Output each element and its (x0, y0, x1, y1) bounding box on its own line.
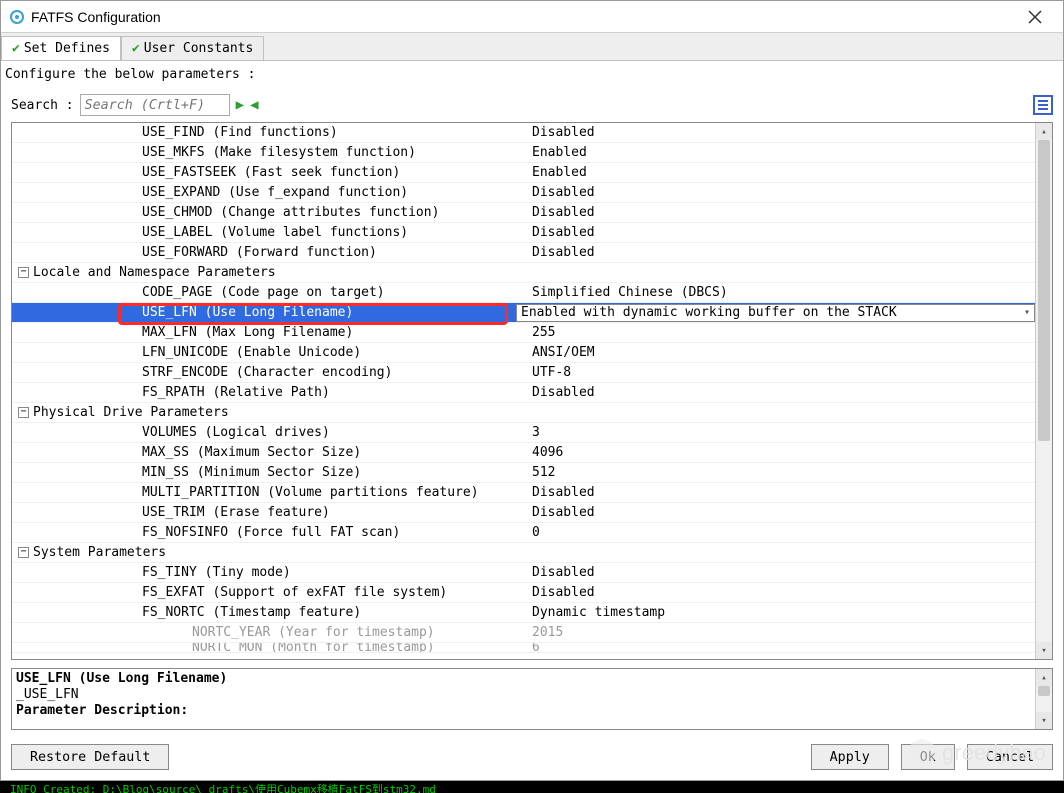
description-panel: USE_LFN (Use Long Filename) _USE_LFN Par… (11, 668, 1053, 730)
scrollbar-thumb[interactable] (1038, 140, 1050, 441)
param-row-nortc-mon: NORTC_MON (Month for timestamp)6 (12, 643, 1035, 653)
fatfs-config-dialog: FATFS Configuration ✔ Set Defines ✔ User… (0, 0, 1064, 781)
app-icon (9, 9, 25, 25)
section-physical[interactable]: −Physical Drive Parameters (12, 403, 1035, 423)
param-row-use-chmod[interactable]: USE_CHMOD (Change attributes function)Di… (12, 203, 1035, 223)
restore-default-button[interactable]: Restore Default (11, 744, 169, 770)
watermark: greedyhao (908, 739, 1046, 767)
parameter-grid-panel: USE_FIND (Find functions)Disabled USE_MK… (11, 122, 1053, 660)
param-row-fs-tiny[interactable]: FS_TINY (Tiny mode)Disabled (12, 563, 1035, 583)
tab-set-defines[interactable]: ✔ Set Defines (1, 36, 121, 60)
tab-label: Set Defines (24, 41, 110, 56)
scrollbar-thumb[interactable] (1038, 686, 1050, 696)
desc-macro: _USE_LFN (16, 687, 1031, 703)
desc-scrollbar[interactable]: ▴ ▾ (1035, 669, 1052, 729)
collapse-icon[interactable]: − (18, 407, 29, 418)
param-row-code-page[interactable]: CODE_PAGE (Code page on target)Simplifie… (12, 283, 1035, 303)
scroll-up-icon[interactable]: ▴ (1036, 669, 1052, 686)
param-row-multi-partition[interactable]: MULTI_PARTITION (Volume partitions featu… (12, 483, 1035, 503)
tab-label: User Constants (144, 41, 254, 56)
desc-heading: Parameter Description: (16, 703, 1031, 719)
scroll-down-icon[interactable]: ▾ (1036, 712, 1052, 729)
param-row-use-expand[interactable]: USE_EXPAND (Use f_expand function)Disabl… (12, 183, 1035, 203)
list-view-button[interactable] (1033, 95, 1053, 115)
chevron-down-icon: ▾ (1024, 307, 1030, 318)
combo-value: Enabled with dynamic working buffer on t… (521, 305, 897, 320)
param-row-fs-rpath[interactable]: FS_RPATH (Relative Path)Disabled (12, 383, 1035, 403)
apply-button[interactable]: Apply (811, 744, 889, 770)
param-row-fs-nortc[interactable]: FS_NORTC (Timestamp feature)Dynamic time… (12, 603, 1035, 623)
param-row-lfn-unicode[interactable]: LFN_UNICODE (Enable Unicode)ANSI/OEM (12, 343, 1035, 363)
titlebar: FATFS Configuration (1, 1, 1063, 33)
tab-bar: ✔ Set Defines ✔ User Constants (1, 33, 1063, 61)
desc-title: USE_LFN (Use Long Filename) (16, 671, 1031, 687)
param-row-use-find[interactable]: USE_FIND (Find functions)Disabled (12, 123, 1035, 143)
instruction-text: Configure the below parameters : (1, 61, 1063, 88)
button-bar: Restore Default Apply Ok Cancel (1, 738, 1063, 780)
parameter-grid: USE_FIND (Find functions)Disabled USE_MK… (12, 123, 1035, 659)
search-prev-icon[interactable]: ◀ (250, 97, 258, 113)
param-row-fs-nofsinfo[interactable]: FS_NOFSINFO (Force full FAT scan)0 (12, 523, 1035, 543)
param-row-min-ss[interactable]: MIN_SS (Minimum Sector Size)512 (12, 463, 1035, 483)
param-row-max-lfn[interactable]: MAX_LFN (Max Long Filename)255 (12, 323, 1035, 343)
param-row-volumes[interactable]: VOLUMES (Logical drives)3 (12, 423, 1035, 443)
param-row-fastseek[interactable]: USE_FASTSEEK (Fast seek function)Enabled (12, 163, 1035, 183)
section-locale[interactable]: −Locale and Namespace Parameters (12, 263, 1035, 283)
check-icon: ✔ (132, 41, 140, 56)
search-label: Search : (11, 98, 74, 113)
search-bar: Search : ▶ ◀ (1, 88, 1063, 122)
param-row-use-mkfs[interactable]: USE_MKFS (Make filesystem function)Enabl… (12, 143, 1035, 163)
scroll-down-icon[interactable]: ▾ (1036, 642, 1052, 659)
tab-user-constants[interactable]: ✔ User Constants (121, 36, 264, 60)
param-row-use-label[interactable]: USE_LABEL (Volume label functions)Disabl… (12, 223, 1035, 243)
param-row-fs-exfat[interactable]: FS_EXFAT (Support of exFAT file system)D… (12, 583, 1035, 603)
check-icon: ✔ (12, 41, 20, 56)
param-row-use-trim[interactable]: USE_TRIM (Erase feature)Disabled (12, 503, 1035, 523)
watermark-icon (908, 739, 936, 767)
window-title: FATFS Configuration (31, 9, 1015, 25)
search-input[interactable] (80, 94, 230, 116)
param-row-strf-encode[interactable]: STRF_ENCODE (Character encoding)UTF-8 (12, 363, 1035, 383)
param-row-nortc-year: NORTC_YEAR (Year for timestamp)2015 (12, 623, 1035, 643)
scroll-up-icon[interactable]: ▴ (1036, 123, 1052, 140)
grid-scrollbar[interactable]: ▴ ▾ (1035, 123, 1052, 659)
collapse-icon[interactable]: − (18, 547, 29, 558)
section-system[interactable]: −System Parameters (12, 543, 1035, 563)
param-row-use-forward[interactable]: USE_FORWARD (Forward function)Disabled (12, 243, 1035, 263)
close-button[interactable] (1015, 3, 1055, 31)
param-row-use-lfn[interactable]: USE_LFN (Use Long Filename) Enabled with… (12, 303, 1035, 323)
use-lfn-combobox[interactable]: Enabled with dynamic working buffer on t… (516, 304, 1035, 322)
param-row-max-ss[interactable]: MAX_SS (Maximum Sector Size)4096 (12, 443, 1035, 463)
search-next-icon[interactable]: ▶ (236, 97, 244, 113)
terminal-strip: INFO Created: D:\Blog\source\_drafts\使用C… (0, 781, 1064, 793)
collapse-icon[interactable]: − (18, 267, 29, 278)
